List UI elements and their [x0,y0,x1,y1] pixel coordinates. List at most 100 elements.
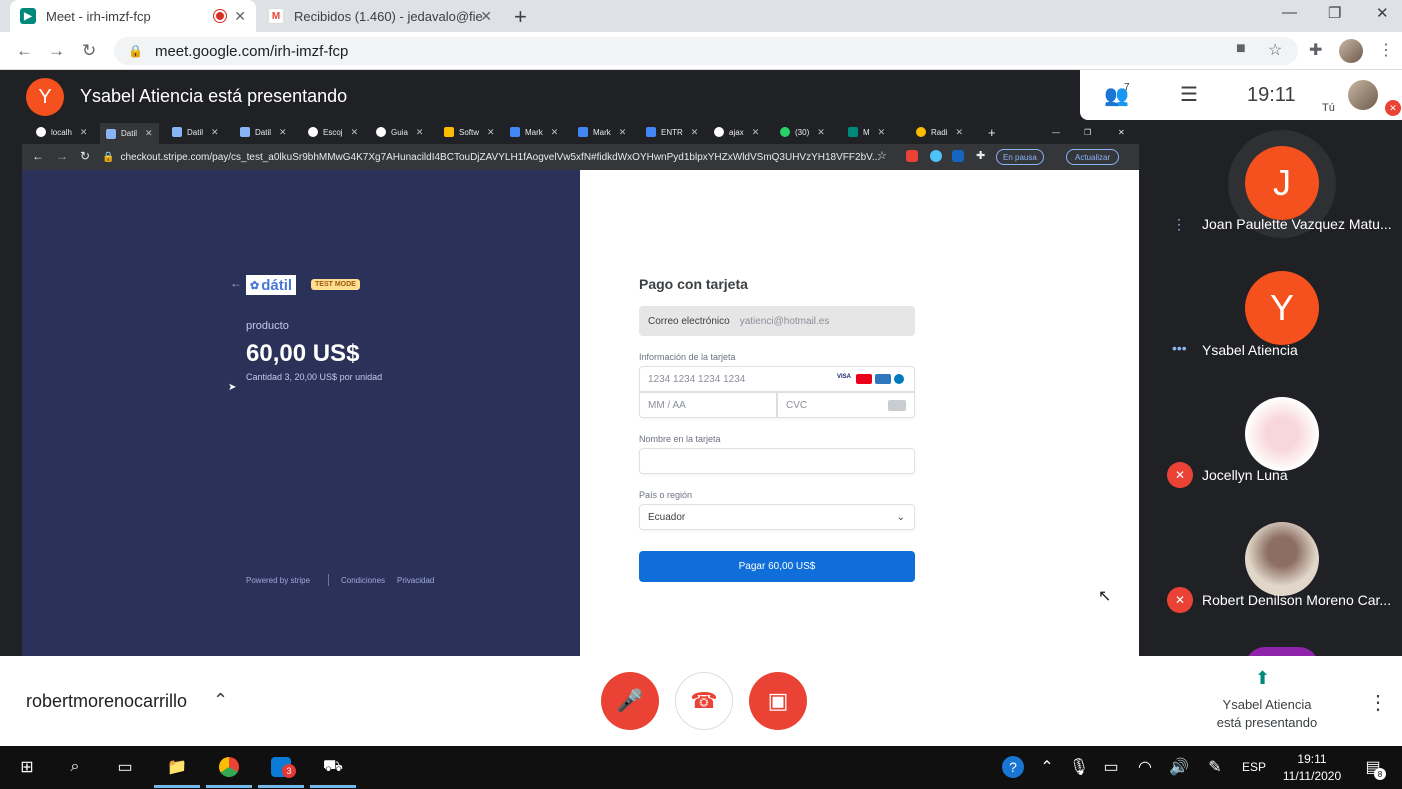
paw-icon: ✿ [250,279,260,292]
shared-new-tab-icon: + [988,124,996,140]
star-icon[interactable]: ☆ [1268,40,1282,60]
phone-hangup-icon: ☎ [690,688,718,713]
camera-toggle-button[interactable]: ▣ [749,672,807,730]
back-icon[interactable]: ← [16,41,33,61]
product-name: producto [246,320,289,332]
shared-tab: Mark ✕ [578,123,626,141]
close-icon[interactable]: ✕ [480,8,492,25]
participant-name: Robert Denilson Moreno Car... [1202,592,1392,608]
chrome-icon[interactable] [216,754,242,780]
globe-icon [308,127,318,137]
battery-icon[interactable]: ▭ [1098,754,1124,780]
presenter-title: Ysabel Atiencia está presentando [80,86,348,106]
participant-name: Joan Paulette Vazquez Matu... [1202,216,1392,232]
email-field: Correo electrónico yatienci@hotmail.es [639,306,915,336]
volume-icon[interactable]: 🔊 [1166,754,1192,780]
minimize-icon[interactable]: — [1282,4,1297,21]
microphone-icon[interactable]: 🎙 [1066,754,1092,780]
presenting-label[interactable]: Ysabel Atiencia está presentando [1200,696,1334,732]
shared-extension-icon [952,150,964,162]
radio-icon [916,127,926,137]
datil-icon [172,127,182,137]
checkout-form-panel: Pago con tarjeta Correo electrónico yati… [580,170,1139,656]
language-indicator[interactable]: ESP [1242,760,1266,774]
app-icon[interactable]: ⛟ [320,754,346,780]
shared-minimize-icon: — [1052,127,1060,137]
shared-tab: Softw ✕ [444,123,495,141]
leave-call-button[interactable]: ☎ [675,672,733,730]
chat-icon[interactable]: ☰ [1180,82,1198,107]
url-input[interactable]: 🔒 meet.google.com/irh-imzf-fcp [114,37,1298,65]
participant-name: Ysabel Atiencia [1202,342,1298,358]
camera-icon[interactable]: ■ [1236,40,1246,58]
tab-meet[interactable]: ▶ Meet - irh-imzf-fcp ✕ [10,0,256,32]
more-options-icon[interactable]: ⋮ [1368,690,1388,715]
card-info-label: Información de la tarjeta [639,352,736,362]
pen-icon[interactable]: ✎ [1202,754,1228,780]
present-screen-icon[interactable]: ⬆ [1255,668,1270,689]
powered-by: Powered by stripe [246,576,311,585]
restore-icon[interactable]: ❐ [1328,4,1341,22]
shared-tab: M ✕ [848,123,885,141]
mic-off-icon: ✕ [1167,462,1193,488]
expiry-field: MM / AA [639,392,777,418]
close-window-icon[interactable]: ✕ [1376,4,1389,22]
globe-icon [36,127,46,137]
tab-title: Meet - irh-imzf-fcp [46,8,151,24]
notification-count: 8 [1374,768,1386,780]
microphone-toggle-button[interactable]: 🎤 [601,672,659,730]
profile-avatar[interactable] [1339,39,1363,63]
shared-tab: (30) ✕ [780,123,825,141]
participant-avatar-photo [1245,522,1319,596]
shared-tab-active: Datil ✕ [100,123,159,144]
shared-tab: ajax ✕ [714,123,759,141]
browser-tab-bar: ▶ Meet - irh-imzf-fcp ✕ M Recibidos (1.4… [0,0,1402,32]
participant-avatar: J [1245,146,1319,220]
system-clock[interactable]: 19:11 11/11/2020 [1280,751,1344,785]
clock: 19:11 [1247,84,1296,106]
wifi-icon[interactable]: ◠ [1132,754,1158,780]
mic-off-icon: 🎤 [616,688,644,713]
divider [328,574,329,586]
address-bar: ← → ↻ 🔒 meet.google.com/irh-imzf-fcp ■ ☆… [0,32,1402,70]
tab-title: Recibidos (1.460) - jedavalo@fie [294,8,483,24]
participant-avatar: Y [1245,271,1319,345]
new-tab-button[interactable]: + [514,4,527,30]
extensions-icon[interactable]: ✚ [1309,40,1322,60]
card-number-field: 1234 1234 1234 1234 VISA [639,366,915,392]
shared-screen: localh ✕ Datil ✕ Datil ✕ Datil ✕ Escoj ✕ Guia… [22,120,1139,656]
shared-paused-button: En pausa [996,149,1044,165]
shared-back-icon: ← [32,149,44,163]
cursor-icon: ➤ [228,382,237,393]
pay-button: Pagar 60,00 US$ [639,551,915,582]
shared-tab: Datil ✕ [172,123,219,141]
chevron-up-icon[interactable]: ⌃ [213,690,228,711]
shared-tab: ENTR ✕ [646,123,698,141]
docs-icon [646,127,656,137]
shared-lock-icon: 🔒 [102,151,115,163]
search-icon[interactable]: ⌕ [62,754,88,780]
meet-icon: ▶ [20,8,36,24]
forward-icon[interactable]: → [48,41,65,61]
camera-off-icon: ▣ [767,688,789,713]
menu-icon[interactable]: ⋮ [1378,40,1394,60]
chevron-up-icon[interactable]: ⌃ [1034,754,1060,780]
active-indicator [206,785,252,788]
privacy-link: Privacidad [397,576,435,585]
brand-logo: ✿ dátil [246,275,297,295]
shared-tab: Guia ✕ [376,123,423,141]
card-brands-icon: VISA [837,374,904,384]
file-explorer-icon[interactable]: 📁 [164,754,190,780]
close-icon[interactable]: ✕ [234,8,246,25]
more-dots-icon: ••• [1172,340,1187,356]
tab-gmail[interactable]: M Recibidos (1.460) - jedavalo@fie ✕ [258,0,502,32]
task-view-icon[interactable]: ▭ [112,754,138,780]
datil-icon [240,127,250,137]
shared-forward-icon: → [56,149,68,163]
test-mode-badge: TEST MODE [311,279,360,290]
participants-panel: J ⋮ Joan Paulette Vazquez Matu... Y ••• … [1160,120,1402,667]
reload-icon[interactable]: ↻ [82,41,96,61]
help-icon[interactable]: ? [1000,754,1026,780]
cardholder-name-field [639,448,915,474]
windows-start-icon[interactable]: ⊞ [14,754,40,780]
